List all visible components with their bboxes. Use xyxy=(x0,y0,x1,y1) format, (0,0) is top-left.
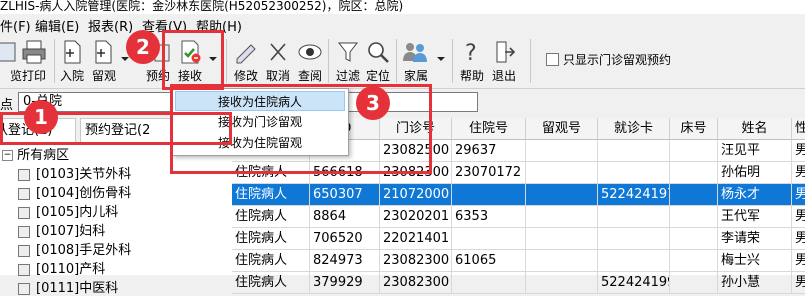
edit-icon xyxy=(228,39,264,65)
annotation-badge: 3 xyxy=(356,86,390,120)
ward-icon xyxy=(18,244,30,257)
table-row[interactable]: 住院病人 824973 23082300 61065 梅士兴 男 xyxy=(232,250,805,272)
observe-button[interactable]: 留观 xyxy=(86,37,122,85)
exit-icon xyxy=(486,39,522,65)
table-row[interactable]: 住院病人 379929 23082300 522424199 孙小慧 男 xyxy=(232,272,805,294)
table-row[interactable]: 住院病人 8864 23020201 6353 王代军 男 xyxy=(232,206,805,228)
menu-edit[interactable]: 编辑(E) xyxy=(35,16,79,35)
table-row-selected[interactable]: 住院病人 650307 21072000 522424197 杨永才 男 xyxy=(232,184,805,206)
table-row[interactable]: 住院病人 706520 22021401 李请荣 男 xyxy=(232,228,805,250)
toolbar: 览 打印 入院 留观 预约 接收 修改 取消 查阅 过滤 定位 家属 ? 帮助 … xyxy=(0,35,805,89)
tree-item[interactable]: [0105]内儿科 xyxy=(18,201,118,220)
annotation-box-dropdown xyxy=(170,84,432,174)
annotation-badge: 1 xyxy=(24,100,58,134)
tree-item[interactable]: [0111]中医科 xyxy=(18,277,118,296)
print-button[interactable]: 打印 xyxy=(16,37,52,85)
ward-icon xyxy=(18,263,30,276)
annotation-badge: 2 xyxy=(126,30,160,64)
people-icon xyxy=(398,39,434,65)
admit-button[interactable]: 入院 xyxy=(54,37,90,85)
column-header[interactable]: 姓名 xyxy=(718,118,792,140)
cancel-button[interactable]: 取消 xyxy=(260,37,296,85)
outpatient-only-checkbox[interactable] xyxy=(546,53,559,66)
locate-button[interactable]: 定位 xyxy=(360,37,396,85)
ward-icon xyxy=(18,282,30,295)
ward-icon xyxy=(18,206,30,219)
menu-report[interactable]: 报表(R) xyxy=(88,16,133,35)
column-header[interactable]: 住院号 xyxy=(452,118,526,140)
tree-item[interactable]: [0110]产科 xyxy=(18,258,105,277)
window-title: ZLHIS-病人入院管理(医院：金沙林东医院(H52052300252)，院区：… xyxy=(0,0,805,14)
printer-icon xyxy=(16,39,52,65)
annotation-box-receive xyxy=(162,30,224,90)
column-header[interactable]: 就诊卡 xyxy=(598,118,670,140)
question-icon: ? xyxy=(454,39,490,66)
modify-button[interactable]: 修改 xyxy=(228,37,264,85)
family-dropdown-arrow[interactable] xyxy=(434,37,448,85)
ward-icon xyxy=(18,168,30,181)
tree-root[interactable]: − 所有病区 xyxy=(2,144,69,163)
ward-icon xyxy=(18,225,30,238)
column-header[interactable]: 性 xyxy=(792,118,805,140)
menu-file[interactable]: 件(F) xyxy=(0,16,31,35)
magnifier-icon xyxy=(360,39,396,65)
tree-item[interactable]: [0103]关节外科 xyxy=(18,163,131,182)
tree-item[interactable]: [0104]创伤骨科 xyxy=(18,182,131,201)
family-button[interactable]: 家属 xyxy=(398,37,434,85)
svg-text:?: ? xyxy=(465,41,477,65)
new-document-icon xyxy=(86,39,122,65)
exit-button[interactable]: 退出 xyxy=(486,37,522,85)
collapse-icon[interactable]: − xyxy=(2,150,13,161)
site-label: 点 xyxy=(0,98,14,113)
new-document-icon xyxy=(54,39,90,65)
column-header[interactable]: 床号 xyxy=(670,118,718,140)
query-button[interactable]: 查阅 xyxy=(292,37,328,85)
help-button[interactable]: ? 帮助 xyxy=(454,37,490,85)
outpatient-only-label: 只显示门诊留观预约 xyxy=(563,53,672,67)
chevron-down-icon xyxy=(434,39,448,65)
tree-item[interactable]: [0107]妇科 xyxy=(18,220,105,239)
ward-icon xyxy=(18,187,30,200)
eye-icon xyxy=(292,39,328,65)
close-icon xyxy=(260,39,296,65)
tree-item[interactable]: [0108]手足外科 xyxy=(18,239,131,258)
menu-bar: 件(F) 编辑(E) 报表(R) 查看(V) 帮助(H) xyxy=(0,14,805,35)
column-header[interactable]: 留观号 xyxy=(526,118,598,140)
